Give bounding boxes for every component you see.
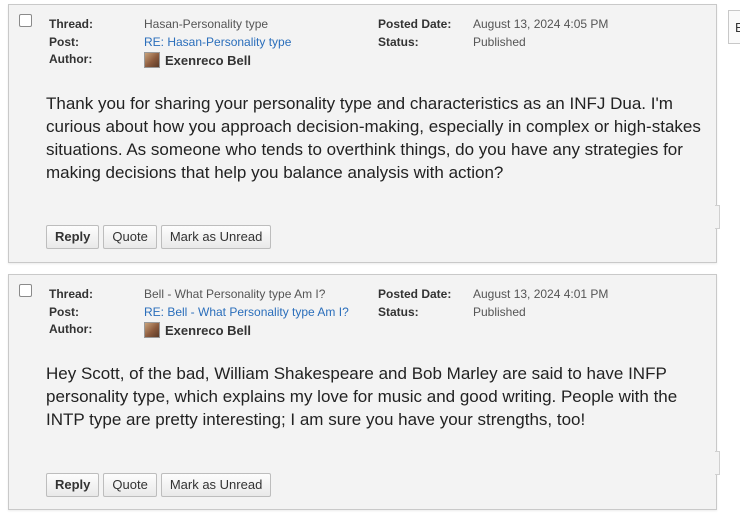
post-select-checkbox[interactable] (19, 14, 32, 27)
mark-as-unread-button[interactable]: Mark as Unread (160, 225, 272, 249)
posted-date-label: Posted Date: (378, 17, 452, 31)
posted-date-label: Posted Date: (378, 287, 452, 301)
card-edge-handle (715, 205, 720, 229)
status-value: Published (473, 35, 526, 49)
author-label: Author: (49, 322, 93, 336)
thread-label: Thread: (49, 17, 94, 31)
card-edge-handle (715, 451, 720, 475)
post-actions: Reply Quote Mark as Unread (46, 473, 272, 497)
post-card: Thread: Bell - What Personality type Am … (8, 274, 720, 510)
post-card: Thread: Hasan-Personality type Post: RE:… (8, 4, 720, 263)
status-label: Status: (378, 35, 419, 49)
quote-button[interactable]: Quote (103, 225, 157, 249)
post-meta: Thread: Bell - What Personality type Am … (49, 287, 716, 343)
thread-label: Thread: (49, 287, 94, 301)
mark-as-unread-button[interactable]: Mark as Unread (160, 473, 272, 497)
post-link[interactable]: RE: Hasan-Personality type (144, 35, 291, 49)
post-link[interactable]: RE: Bell - What Personality type Am I? (144, 305, 349, 319)
quote-button[interactable]: Quote (103, 473, 157, 497)
posted-date: August 13, 2024 4:05 PM (473, 17, 609, 31)
thread-name: Hasan-Personality type (144, 17, 269, 31)
reply-button[interactable]: Reply (46, 473, 100, 497)
author[interactable]: Exenreco Bell (144, 322, 251, 338)
post-label: Post: (49, 305, 79, 319)
status-label: Status: (378, 305, 419, 319)
author-name: Exenreco Bell (165, 322, 251, 338)
post-actions: Reply Quote Mark as Unread (46, 225, 272, 249)
post-select-checkbox[interactable] (19, 284, 32, 297)
side-tab[interactable]: E (728, 10, 740, 44)
post-label: Post: (49, 35, 79, 49)
post-body: Thank you for sharing your personality t… (46, 94, 701, 182)
posted-date: August 13, 2024 4:01 PM (473, 287, 609, 301)
post-body: Hey Scott, of the bad, William Shakespea… (46, 364, 678, 429)
author[interactable]: Exenreco Bell (144, 52, 251, 68)
avatar (144, 52, 160, 68)
thread-name: Bell - What Personality type Am I? (144, 287, 326, 301)
reply-button[interactable]: Reply (46, 225, 100, 249)
status-value: Published (473, 305, 526, 319)
author-label: Author: (49, 52, 93, 66)
author-name: Exenreco Bell (165, 52, 251, 68)
post-meta: Thread: Hasan-Personality type Post: RE:… (49, 17, 716, 73)
avatar (144, 322, 160, 338)
